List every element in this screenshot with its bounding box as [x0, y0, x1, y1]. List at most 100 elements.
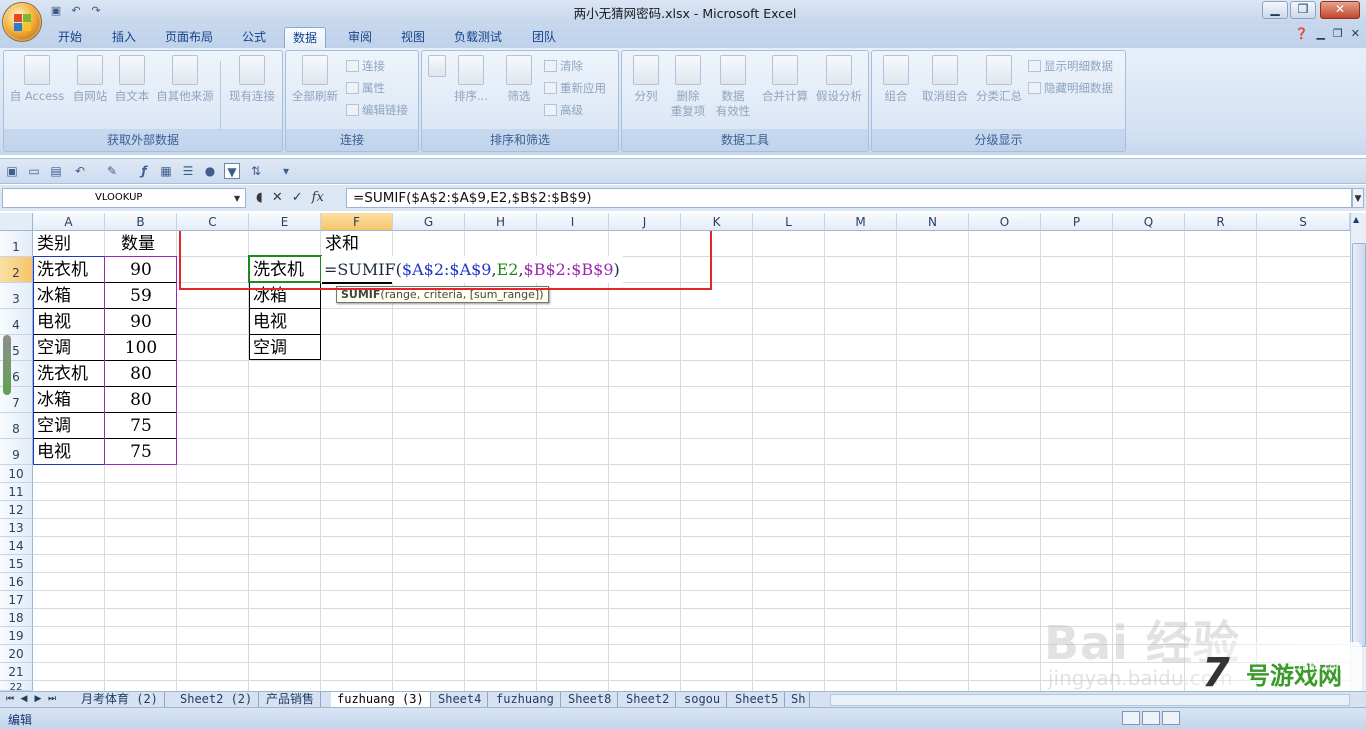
row-header[interactable]: 21: [0, 663, 33, 681]
sheet-tab[interactable]: Sh: [787, 692, 811, 708]
name-box-dropdown-icon[interactable]: ▼: [234, 194, 240, 203]
row-header[interactable]: 22: [0, 681, 33, 691]
sheet-tab[interactable]: 产品销售: [260, 692, 322, 708]
remove-duplicates-button[interactable]: 删除 重复项: [666, 55, 710, 119]
minimize-button[interactable]: ▁: [1262, 1, 1288, 19]
ungroup-button[interactable]: 取消组合: [918, 55, 972, 104]
cell-category[interactable]: 空调: [37, 414, 71, 438]
row-header[interactable]: 19: [0, 627, 33, 645]
save-icon[interactable]: ▣: [48, 4, 64, 18]
row-header[interactable]: 20: [0, 645, 33, 663]
open-icon[interactable]: ▭: [26, 163, 42, 179]
sort-asc-button[interactable]: [426, 55, 448, 81]
tab-formulas[interactable]: 公式: [234, 27, 274, 48]
prev-sheet-icon[interactable]: ◀: [18, 693, 30, 706]
tab-page-layout[interactable]: 页面布局: [157, 27, 221, 48]
cancel-icon[interactable]: ✕: [272, 190, 283, 206]
from-web-button[interactable]: 自网站: [68, 55, 112, 104]
clear-button[interactable]: 清除: [544, 57, 583, 75]
cell-quantity[interactable]: 80: [105, 388, 177, 412]
cell-category[interactable]: 冰箱: [37, 284, 71, 308]
expand-formula-bar-icon[interactable]: ▼: [1352, 188, 1364, 208]
row-header[interactable]: 12: [0, 501, 33, 519]
connections-button[interactable]: 连接: [346, 57, 385, 75]
office-button[interactable]: [2, 2, 42, 42]
sheet-tab[interactable]: Sheet4: [432, 692, 489, 708]
row-header[interactable]: 8: [0, 413, 33, 439]
cell-quantity[interactable]: 80: [105, 362, 177, 386]
scroll-up-icon[interactable]: ▲: [1353, 215, 1359, 224]
row-header[interactable]: 14: [0, 537, 33, 555]
print-icon[interactable]: ▤: [48, 163, 64, 179]
sheet-tab[interactable]: sogou: [678, 692, 728, 708]
data-validation-button[interactable]: 数据 有效性: [710, 55, 756, 119]
ribbon-restore-icon[interactable]: ❐: [1333, 27, 1343, 40]
column-header[interactable]: P: [1041, 213, 1113, 231]
column-header[interactable]: K: [681, 213, 753, 231]
sheet-tab[interactable]: Sheet8: [562, 692, 619, 708]
formula-input[interactable]: =SUMIF($A$2:$A$9,E2,$B$2:$B$9): [346, 188, 1352, 208]
cell-A1[interactable]: 类别: [37, 232, 71, 256]
cell-quantity[interactable]: 90: [105, 258, 177, 282]
row-header[interactable]: 4: [0, 309, 33, 335]
column-header[interactable]: M: [825, 213, 897, 231]
column-header[interactable]: Q: [1113, 213, 1185, 231]
column-header[interactable]: L: [753, 213, 825, 231]
column-header[interactable]: N: [897, 213, 969, 231]
vertical-scrollbar[interactable]: ▲: [1350, 213, 1366, 691]
tab-load-test[interactable]: 负载测试: [446, 27, 510, 48]
cell-category[interactable]: 洗衣机: [37, 258, 88, 282]
last-sheet-icon[interactable]: ⏭: [46, 693, 58, 706]
what-if-button[interactable]: 假设分析: [812, 55, 866, 104]
sheet-tab[interactable]: fuzhuang: [490, 692, 561, 708]
cell-E4[interactable]: 电视: [253, 310, 287, 334]
properties-button[interactable]: 属性: [346, 79, 385, 97]
list-icon[interactable]: ☰: [180, 163, 196, 179]
from-other-sources-button[interactable]: 自其他来源: [152, 55, 218, 104]
row-header[interactable]: 16: [0, 573, 33, 591]
users-icon[interactable]: ●: [202, 163, 218, 179]
save-icon[interactable]: ▣: [4, 163, 20, 179]
column-header[interactable]: C: [177, 213, 249, 231]
page-layout-view-icon[interactable]: [1142, 711, 1160, 725]
undo-icon[interactable]: ↶: [68, 4, 84, 18]
cell-quantity[interactable]: 75: [105, 440, 177, 464]
help-icon[interactable]: ❓: [1295, 27, 1309, 40]
cell-quantity[interactable]: 75: [105, 414, 177, 438]
redo-icon[interactable]: ↷: [88, 4, 104, 18]
cell-category[interactable]: 空调: [37, 336, 71, 360]
column-header[interactable]: R: [1185, 213, 1257, 231]
customize-qat-icon[interactable]: ▾: [278, 163, 294, 179]
cell-B1[interactable]: 数量: [121, 232, 155, 256]
row-header[interactable]: 15: [0, 555, 33, 573]
sheet-tab-active[interactable]: fuzhuang (3): [331, 692, 431, 708]
group-button[interactable]: 组合: [878, 55, 914, 104]
cell-category[interactable]: 冰箱: [37, 388, 71, 412]
column-header[interactable]: A: [33, 213, 105, 231]
column-header[interactable]: F: [321, 213, 393, 231]
consolidate-button[interactable]: 合并计算: [758, 55, 812, 104]
tab-review[interactable]: 审阅: [340, 27, 380, 48]
name-box[interactable]: VLOOKUP: [2, 188, 246, 208]
tab-team[interactable]: 团队: [524, 27, 564, 48]
horizontal-scrollbar[interactable]: [830, 694, 1350, 706]
column-header[interactable]: I: [537, 213, 609, 231]
function-icon[interactable]: ƒ: [136, 163, 152, 179]
sheet-tab[interactable]: Sheet2: [620, 692, 677, 708]
scrollbar-thumb[interactable]: [1352, 243, 1366, 647]
tab-data[interactable]: 数据: [284, 27, 327, 48]
cell-quantity[interactable]: 90: [105, 310, 177, 334]
worksheet-grid[interactable]: 类别 数量 求和 洗衣机 90 冰箱 59 电视 90 空调 100 洗衣机 8…: [33, 231, 1350, 691]
column-header[interactable]: H: [465, 213, 537, 231]
tab-insert[interactable]: 插入: [104, 27, 144, 48]
undo-icon[interactable]: ↶: [72, 163, 88, 179]
page-break-view-icon[interactable]: [1162, 711, 1180, 725]
sort-icon[interactable]: ⇅: [248, 163, 264, 179]
column-header[interactable]: G: [393, 213, 465, 231]
row-header[interactable]: 10: [0, 465, 33, 483]
cell-quantity[interactable]: 59: [105, 284, 177, 308]
sheet-tab[interactable]: Sheet2 (2): [174, 692, 260, 708]
advanced-button[interactable]: 高级: [544, 101, 583, 119]
close-button[interactable]: ✕: [1320, 1, 1360, 19]
sheet-tab[interactable]: 月考体育 (2): [75, 692, 165, 708]
